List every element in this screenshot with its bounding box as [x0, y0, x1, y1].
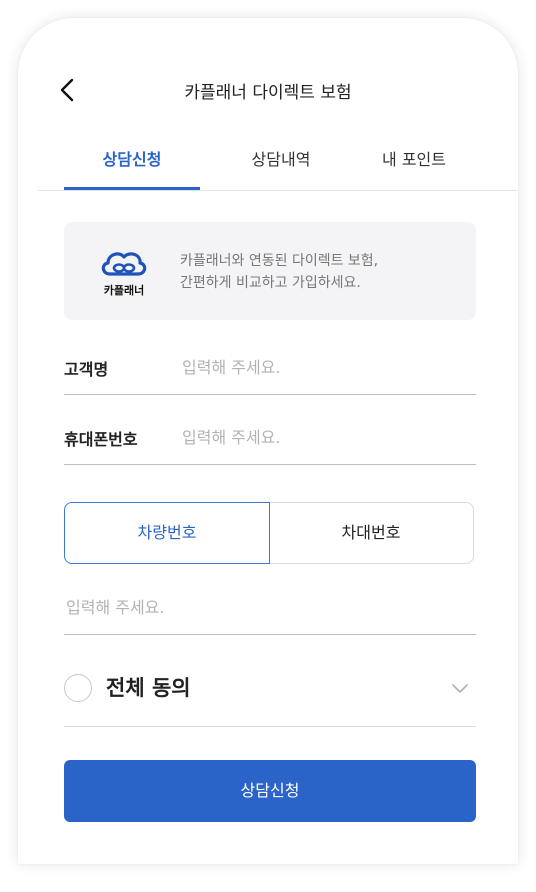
tab-bar: 상담신청 상담내역 내 포인트 — [38, 146, 518, 191]
logo-text: 카플래너 — [103, 284, 145, 297]
info-line-1: 카플래너와 연동된 다이렉트 보험, — [180, 253, 379, 269]
tab-consult-history[interactable]: 상담내역 — [226, 146, 336, 190]
segment-vin-number[interactable]: 차대번호 — [269, 502, 474, 564]
agree-all-label[interactable]: 전체 동의 — [106, 672, 191, 702]
agree-all-checkbox[interactable] — [64, 674, 92, 702]
chevron-down-icon — [452, 684, 468, 693]
vehicle-number-row — [64, 586, 476, 635]
info-description: 카플래너와 연동된 다이렉트 보험, 간편하게 비교하고 가입하세요. — [180, 250, 378, 294]
submit-consult-button[interactable]: 상담신청 — [64, 760, 476, 822]
customer-name-label: 고객명 — [64, 360, 109, 379]
phone-number-input[interactable] — [180, 422, 474, 452]
info-banner: 카플래너 카플래너와 연동된 다이렉트 보험, 간편하게 비교하고 가입하세요. — [64, 222, 476, 320]
vehicle-number-input[interactable] — [64, 592, 468, 622]
agree-all-row: 전체 동의 — [64, 666, 476, 727]
phone-number-label: 휴대폰번호 — [64, 430, 138, 449]
tab-my-points[interactable]: 내 포인트 — [364, 146, 464, 190]
page-title: 카플래너 다이렉트 보험 — [184, 83, 352, 103]
tab-consult-request[interactable]: 상담신청 — [64, 146, 200, 190]
phone-frame: 카플래너 다이렉트 보험 상담신청 상담내역 내 포인트 카플래너 카플래너와 … — [18, 18, 518, 864]
vehicle-id-segment: 차량번호 차대번호 — [64, 502, 476, 564]
carplanner-logo: 카플래너 — [96, 246, 152, 300]
cloud-link-icon — [101, 252, 147, 276]
info-line-2: 간편하게 비교하고 가입하세요. — [180, 275, 361, 291]
customer-name-input[interactable] — [180, 352, 474, 382]
header: 카플래너 다이렉트 보험 — [18, 18, 518, 118]
phone-number-row: 휴대폰번호 — [64, 414, 476, 465]
segment-plate-number[interactable]: 차량번호 — [64, 502, 270, 564]
agree-expand-button[interactable] — [450, 678, 470, 698]
customer-name-row: 고객명 — [64, 344, 476, 395]
